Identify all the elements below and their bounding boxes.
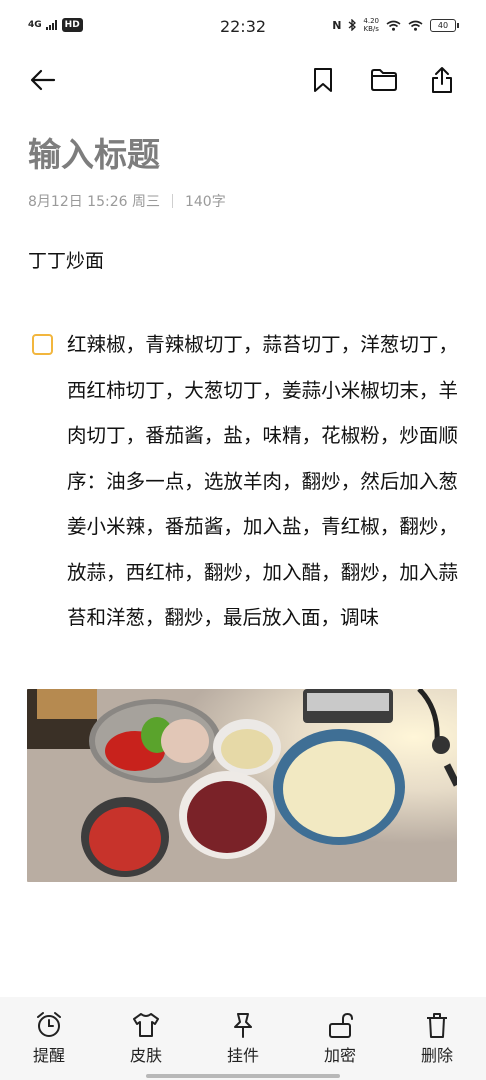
trash-icon [427, 1013, 447, 1038]
alarm-clock-icon [37, 1012, 61, 1037]
bottom-action-bar: 提醒 皮肤 挂件 加密 删除 [0, 997, 486, 1080]
encrypt-label: 加密 [323, 1046, 356, 1065]
note-meta: 8月12日 15:26 周三 140字 [28, 191, 226, 211]
shirt-icon [133, 1013, 159, 1037]
note-body-line[interactable]: 丁丁炒面 [28, 246, 104, 273]
reminder-button[interactable]: 提醒 [14, 1011, 84, 1066]
checklist-item-text[interactable]: 红辣椒，青辣椒切丁，蒜苔切丁，洋葱切丁，西红柿切丁，大葱切丁，姜蒜小米椒切末，羊… [67, 322, 458, 641]
nfc-icon: N [332, 18, 342, 32]
char-count: 140字 [184, 194, 226, 210]
note-date: 8月12日 15:26 周三 [28, 194, 160, 210]
pin-icon [234, 1013, 252, 1038]
arrow-left-icon [30, 69, 56, 91]
ingredients-photo-art [27, 689, 457, 882]
ingredients-photo[interactable] [27, 689, 457, 882]
status-right: N 4.20 KB/s 40 [332, 17, 459, 33]
widget-label: 挂件 [226, 1046, 259, 1065]
folder-button[interactable] [368, 64, 400, 96]
meta-divider [171, 194, 173, 208]
note-toolbar [0, 58, 486, 102]
title-input[interactable]: 输入标题 [28, 128, 160, 176]
battery-icon: 40 [430, 18, 459, 32]
wifi-icon [386, 20, 401, 31]
status-bar: 4G HD 22:32 N 4.20 KB/s 40 [0, 0, 486, 56]
share-icon [432, 67, 452, 93]
unlock-icon [329, 1012, 353, 1038]
home-indicator[interactable] [146, 1074, 340, 1078]
encrypt-button[interactable]: 加密 [305, 1011, 375, 1066]
checklist-item: 红辣椒，青辣椒切丁，蒜苔切丁，洋葱切丁，西红柿切丁，大葱切丁，姜蒜小米椒切末，羊… [28, 322, 458, 641]
bookmark-button[interactable] [307, 64, 339, 96]
back-button[interactable] [27, 64, 59, 96]
skin-button[interactable]: 皮肤 [111, 1011, 181, 1066]
wifi-icon-2 [408, 20, 423, 31]
delete-label: 删除 [420, 1046, 453, 1065]
folder-icon [371, 69, 397, 91]
delete-button[interactable]: 删除 [402, 1011, 472, 1066]
skin-label: 皮肤 [129, 1046, 162, 1065]
bluetooth-icon [348, 19, 357, 31]
checkbox[interactable] [32, 334, 53, 355]
net-speed: 4.20 KB/s [363, 17, 379, 33]
reminder-label: 提醒 [32, 1046, 65, 1065]
share-button[interactable] [426, 64, 458, 96]
bookmark-icon [314, 68, 332, 92]
widget-button[interactable]: 挂件 [208, 1011, 278, 1066]
